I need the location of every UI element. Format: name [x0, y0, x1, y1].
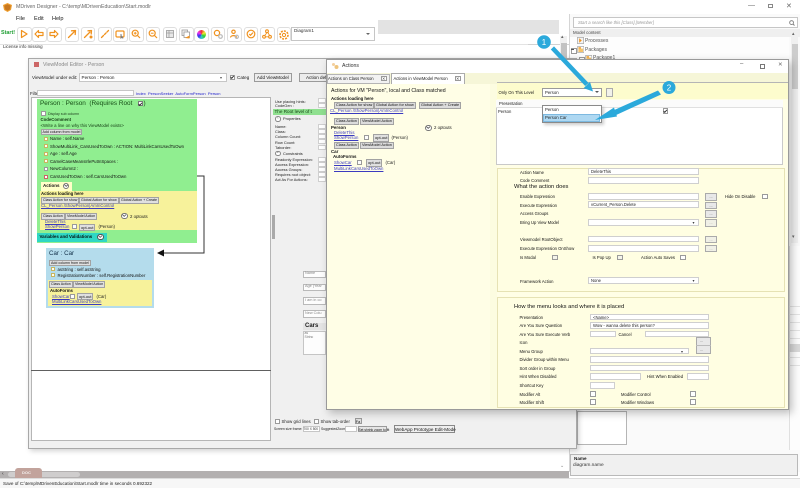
svg-text:2: 2: [667, 84, 672, 93]
svg-text:1: 1: [542, 38, 547, 47]
